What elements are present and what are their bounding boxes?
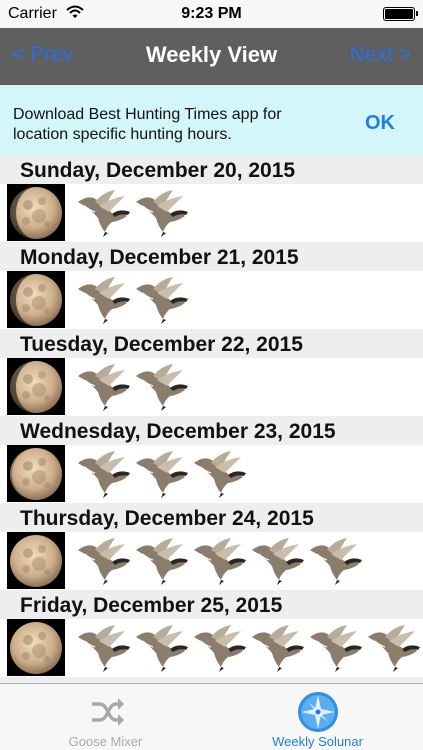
ok-button[interactable]: OK [365,112,395,135]
day-date-header: Monday, December 21, 2015 [0,242,423,271]
goose-icon [249,623,307,673]
navigation-bar: < Prev Weekly View Next > [0,28,423,85]
day-date-header: Wednesday, December 23, 2015 [0,416,423,445]
list-item[interactable]: Friday, December 25, 2015 [0,590,423,677]
goose-icon [133,449,191,499]
moon-phase-icon [7,271,65,328]
moon-phase-icon [7,532,65,589]
solunar-rating-row [0,445,423,503]
goose-icon [75,188,133,238]
tab-weekly-solunar-label: Weekly Solunar [272,734,363,749]
goose-icon [365,623,423,673]
status-bar: Carrier 9:23 PM [0,0,423,28]
goose-icon [307,536,365,586]
status-time: 9:23 PM [181,5,242,22]
goose-icon [307,623,365,673]
solunar-rating-row [0,271,423,329]
goose-rating [75,623,423,675]
goose-icon [75,275,133,325]
goose-rating [75,536,365,588]
banner-message: Download Best Hunting Times app for loca… [13,106,282,143]
weekly-day-list[interactable]: Sunday, December 20, 2015 Monday, Decembe… [0,155,423,683]
compass-icon [296,690,340,734]
tab-weekly-solunar[interactable]: Weekly Solunar [212,684,423,750]
tab-goose-mixer[interactable]: Goose Mixer [0,684,211,750]
goose-icon [133,188,191,238]
moon-phase-icon [7,184,65,241]
solunar-rating-row [0,619,423,677]
goose-rating [75,362,191,414]
tab-goose-mixer-label: Goose Mixer [68,734,143,749]
moon-phase-icon [7,358,65,415]
moon-phase-icon [7,445,65,502]
moon-phase-icon [7,619,65,676]
goose-rating [75,449,249,501]
battery-icon [383,7,418,21]
goose-icon [249,536,307,586]
next-button[interactable]: Next > [350,43,411,67]
goose-icon [191,536,249,586]
prev-button[interactable]: < Prev [12,43,73,67]
day-date-header: Sunday, December 20, 2015 [0,155,423,184]
solunar-rating-row [0,184,423,242]
list-item[interactable]: Thursday, December 24, 2015 [0,503,423,590]
goose-icon [191,623,249,673]
goose-icon [133,623,191,673]
shuffle-icon [84,690,128,734]
goose-icon [75,536,133,586]
goose-icon [191,449,249,499]
tab-bar: Goose Mixer Weekly Solunar [0,683,423,750]
solunar-rating-row [0,532,423,590]
goose-icon [75,623,133,673]
goose-icon [133,362,191,412]
goose-rating [75,188,191,240]
app-promo-banner: Download Best Hunting Times app for loca… [0,85,423,155]
goose-rating [75,275,191,327]
goose-icon [133,536,191,586]
day-date-header: Thursday, December 24, 2015 [0,503,423,532]
day-date-header: Tuesday, December 22, 2015 [0,329,423,358]
goose-icon [75,362,133,412]
list-item[interactable]: Monday, December 21, 2015 [0,242,423,329]
list-item[interactable]: Wednesday, December 23, 2015 [0,416,423,503]
goose-icon [75,449,133,499]
list-item[interactable]: Sunday, December 20, 2015 [0,155,423,242]
list-item[interactable]: Tuesday, December 22, 2015 [0,329,423,416]
solunar-rating-row [0,358,423,416]
day-date-header: Friday, December 25, 2015 [0,590,423,619]
goose-icon [133,275,191,325]
